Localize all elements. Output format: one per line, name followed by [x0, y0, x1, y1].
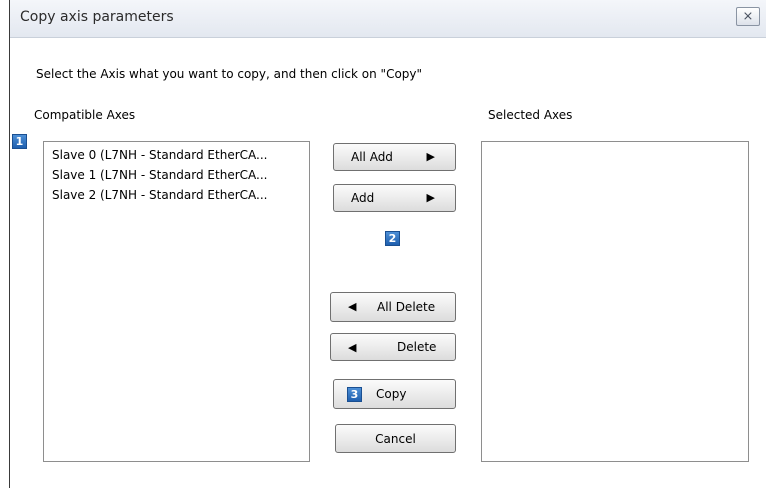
copy-button[interactable]: 3 Copy: [333, 379, 456, 409]
list-item[interactable]: Slave 0 (L7NH - Standard EtherCA...: [52, 146, 309, 166]
cancel-button[interactable]: Cancel: [335, 424, 456, 453]
right-arrow-icon: ▶: [426, 191, 435, 204]
title-bar[interactable]: Copy axis parameters ⨯: [10, 0, 766, 38]
copy-axis-dialog: Copy axis parameters ⨯ Select the Axis w…: [9, 0, 766, 488]
compatible-axes-list[interactable]: Slave 0 (L7NH - Standard EtherCA... Slav…: [43, 141, 310, 462]
list-item[interactable]: Slave 2 (L7NH - Standard EtherCA...: [52, 186, 309, 206]
selected-axes-list[interactable]: [481, 141, 749, 462]
left-arrow-icon: ◀: [348, 300, 357, 313]
selected-axes-label: Selected Axes: [488, 108, 573, 122]
dialog-title: Copy axis parameters: [20, 9, 174, 25]
close-icon: ⨯: [742, 9, 754, 24]
left-arrow-icon: ◀: [348, 341, 357, 354]
step-2-badge: 2: [385, 231, 400, 246]
right-arrow-icon: ▶: [426, 150, 435, 163]
add-button[interactable]: Add ▶: [333, 184, 456, 212]
list-item[interactable]: Slave 1 (L7NH - Standard EtherCA...: [52, 166, 309, 186]
all-add-label: All Add: [351, 150, 393, 164]
close-button[interactable]: ⨯: [736, 7, 760, 26]
instruction-text: Select the Axis what you want to copy, a…: [36, 67, 423, 81]
step-1-badge: 1: [12, 134, 27, 149]
all-delete-button[interactable]: ◀ All Delete: [330, 292, 456, 322]
copy-label: Copy: [376, 387, 407, 401]
all-delete-label: All Delete: [377, 300, 436, 314]
add-label: Add: [351, 191, 375, 205]
delete-button[interactable]: ◀ Delete: [330, 333, 456, 361]
compatible-axes-label: Compatible Axes: [34, 108, 136, 122]
all-add-button[interactable]: All Add ▶: [333, 143, 456, 171]
cancel-label: Cancel: [375, 431, 416, 446]
delete-label: Delete: [397, 340, 437, 354]
step-3-badge: 3: [347, 387, 362, 402]
